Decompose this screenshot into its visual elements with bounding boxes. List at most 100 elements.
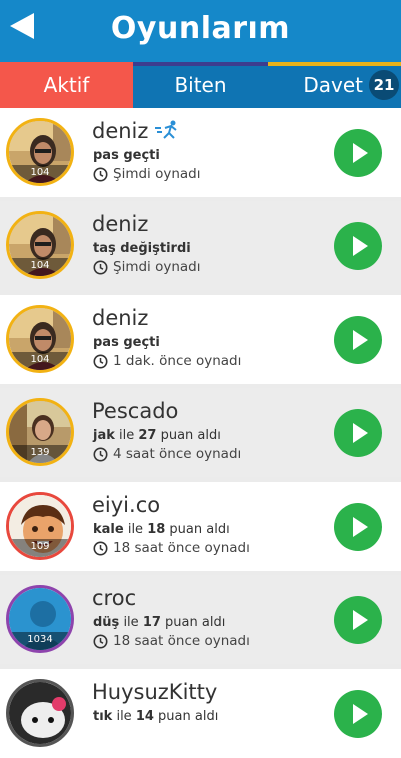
- player-score: 1034: [9, 632, 71, 650]
- avatar[interactable]: 109: [6, 492, 74, 560]
- last-played-text: Şimdi oynadı: [113, 259, 201, 275]
- last-played: Şimdi oynadı: [93, 166, 200, 182]
- clock-icon: [93, 634, 108, 648]
- move-text: puan aldı: [156, 428, 221, 443]
- opponent-name-text: deniz: [92, 212, 149, 236]
- player-score: 104: [9, 165, 71, 183]
- opponent-name: Pescado: [92, 399, 178, 423]
- opponent-name: HuysuzKitty: [92, 680, 217, 704]
- play-icon: [353, 143, 368, 163]
- tab-aktif[interactable]: Aktif: [0, 62, 133, 108]
- clock-icon: [93, 167, 108, 181]
- opponent-name: eiyi.co: [92, 493, 160, 517]
- game-row[interactable]: 104 deniz taş değiştirdi Şimdi oynadı: [0, 201, 401, 290]
- opponent-name: deniz: [92, 306, 148, 330]
- points: 17: [142, 615, 161, 630]
- move-text: ile: [123, 522, 148, 537]
- move-text: taş değiştirdi: [93, 241, 191, 256]
- tab-label: Biten: [174, 73, 227, 97]
- avatar[interactable]: 1034: [6, 585, 74, 653]
- page-title: Oyunlarım: [110, 11, 291, 46]
- avatar[interactable]: 104: [6, 118, 74, 186]
- clock-icon: [93, 447, 108, 461]
- player-score: 104: [9, 258, 71, 276]
- move-text: puan aldı: [153, 709, 219, 724]
- tab-biten[interactable]: Biten: [133, 62, 268, 108]
- avatar[interactable]: 104: [6, 211, 74, 279]
- play-button[interactable]: [334, 316, 382, 364]
- move-text: puan aldı: [160, 615, 226, 630]
- player-score: 139: [9, 445, 71, 463]
- play-button[interactable]: [334, 503, 382, 551]
- play-button[interactable]: [334, 129, 382, 177]
- play-button[interactable]: [334, 222, 382, 270]
- game-row[interactable]: HuysuzKitty tık ile 14 puan aldı: [0, 669, 401, 758]
- move-text: puan aldı: [165, 522, 230, 537]
- played-word: jak: [93, 428, 115, 443]
- play-icon: [353, 704, 368, 724]
- game-row[interactable]: 139 Pescado jak ile 27 puan aldı 4 saat önc…: [0, 388, 401, 477]
- move-text: ile: [114, 428, 139, 443]
- player-score: 109: [9, 539, 71, 557]
- move-text: ile: [119, 615, 143, 630]
- last-played-text: 18 saat önce oynadı: [113, 633, 250, 649]
- play-button[interactable]: [334, 409, 382, 457]
- opponent-name: croc: [92, 586, 136, 610]
- play-icon: [353, 517, 368, 537]
- opponent-name-text: croc: [92, 586, 137, 610]
- avatar[interactable]: 104: [6, 305, 74, 373]
- avatar[interactable]: [6, 679, 74, 747]
- played-word: tık: [93, 709, 113, 724]
- opponent-name: deniz: [92, 119, 180, 143]
- play-icon: [353, 423, 368, 443]
- last-played-text: Şimdi oynadı: [113, 166, 201, 182]
- points: 18: [147, 522, 166, 537]
- play-button[interactable]: [334, 596, 382, 644]
- play-icon: [353, 236, 368, 256]
- game-row[interactable]: 1034 croc düş ile 17 puan aldı 18 saat önce…: [0, 575, 401, 664]
- tab-label: Davet: [303, 73, 363, 97]
- opponent-name-text: eiyi.co: [92, 493, 161, 517]
- avatar[interactable]: 139: [6, 398, 74, 466]
- last-played-text: 4 saat önce oynadı: [113, 446, 242, 462]
- clock-icon: [93, 541, 108, 555]
- played-word: kale: [93, 522, 124, 537]
- last-played: 4 saat önce oynadı: [93, 446, 241, 462]
- last-move: kale ile 18 puan aldı: [93, 522, 230, 537]
- play-icon: [353, 610, 368, 630]
- last-move: tık ile 14 puan aldı: [93, 709, 218, 724]
- points: 27: [138, 428, 157, 443]
- last-move: düş ile 17 puan aldı: [93, 615, 225, 630]
- last-played: 18 saat önce oynadı: [93, 540, 250, 556]
- tab-label: Aktif: [43, 73, 90, 97]
- opponent-name-text: deniz: [92, 119, 149, 143]
- last-move: pas geçti: [93, 335, 160, 350]
- last-played: Şimdi oynadı: [93, 259, 200, 275]
- last-move: pas geçti: [93, 148, 160, 163]
- clock-icon: [93, 354, 108, 368]
- last-move: jak ile 27 puan aldı: [93, 428, 221, 443]
- move-text: pas geçti: [93, 335, 160, 350]
- game-row[interactable]: 104 deniz pas geçti Şimdi oynadı: [0, 108, 401, 197]
- play-button[interactable]: [334, 690, 382, 738]
- game-row[interactable]: 104 deniz pas geçti 1 dak. önce oynadı: [0, 295, 401, 384]
- running-man-icon: [155, 120, 178, 139]
- opponent-name-text: Pescado: [92, 399, 179, 423]
- clock-icon: [93, 260, 108, 274]
- last-played-text: 18 saat önce oynadı: [113, 540, 250, 556]
- tab-davet[interactable]: Davet 21: [268, 62, 401, 108]
- points: 14: [135, 709, 154, 724]
- move-text: ile: [112, 709, 136, 724]
- last-played: 18 saat önce oynadı: [93, 633, 250, 649]
- opponent-name: deniz: [92, 212, 148, 236]
- play-icon: [353, 330, 368, 350]
- played-word: düş: [93, 615, 120, 630]
- last-played-text: 1 dak. önce oynadı: [113, 353, 242, 369]
- game-row[interactable]: 109 eiyi.co kale ile 18 puan aldı 18 saat ö…: [0, 482, 401, 571]
- player-score: 104: [9, 352, 71, 370]
- last-played: 1 dak. önce oynadı: [93, 353, 241, 369]
- app-header: Oyunlarım: [0, 0, 401, 62]
- opponent-name-text: HuysuzKitty: [92, 680, 218, 704]
- move-text: pas geçti: [93, 148, 160, 163]
- opponent-name-text: deniz: [92, 306, 149, 330]
